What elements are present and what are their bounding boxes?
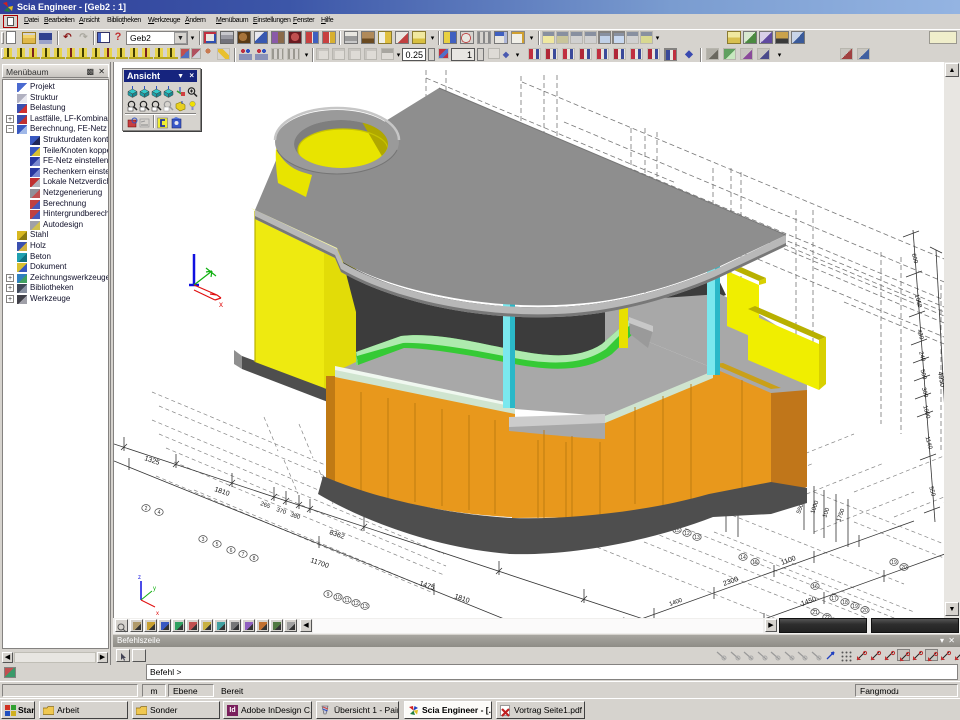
svg-text:3: 3 [202,537,205,543]
svg-text:600: 600 [910,253,919,265]
svg-text:15: 15 [752,560,758,566]
svg-text:550: 550 [927,486,936,498]
svg-text:12: 12 [353,601,359,607]
svg-text:5: 5 [216,542,219,548]
svg-text:4: 4 [158,510,161,516]
svg-text:2300: 2300 [722,576,739,588]
svg-text:21: 21 [812,610,818,616]
svg-text:11700: 11700 [309,557,329,570]
svg-text:y: y [153,586,156,592]
svg-text:12: 12 [684,531,690,537]
svg-text:1325: 1325 [143,455,160,467]
svg-text:11: 11 [344,598,349,604]
svg-text:1140: 1140 [924,436,933,451]
svg-text:1750: 1750 [836,507,846,522]
svg-text:13: 13 [694,535,700,541]
svg-text:1000: 1000 [921,405,930,420]
svg-text:1810: 1810 [213,486,230,498]
svg-text:2: 2 [145,506,148,512]
svg-text:19: 19 [891,560,897,566]
svg-text:z: z [138,575,141,581]
svg-text:20: 20 [862,608,868,614]
svg-text:380: 380 [289,512,301,521]
svg-text:1100: 1100 [780,555,797,567]
svg-text:6: 6 [230,548,233,554]
svg-text:x: x [219,300,223,309]
svg-text:430: 430 [916,329,925,341]
svg-text:13: 13 [362,604,368,610]
svg-text:9: 9 [327,592,330,598]
svg-text:1050: 1050 [913,294,922,309]
svg-text:1000: 1000 [810,499,820,514]
svg-text:8362: 8362 [328,529,345,541]
svg-text:18: 18 [842,600,848,606]
svg-text:8: 8 [253,556,256,562]
svg-text:14: 14 [740,555,746,561]
svg-text:265: 265 [259,501,271,510]
svg-text:19: 19 [852,604,858,610]
svg-text:10: 10 [335,595,341,601]
svg-text:1810: 1810 [453,593,470,605]
svg-text:16: 16 [812,584,818,590]
svg-text:x: x [156,611,159,617]
svg-text:7: 7 [242,552,245,558]
svg-text:17: 17 [831,596,837,602]
svg-text:1450: 1450 [800,596,817,608]
svg-text:20: 20 [901,565,907,571]
